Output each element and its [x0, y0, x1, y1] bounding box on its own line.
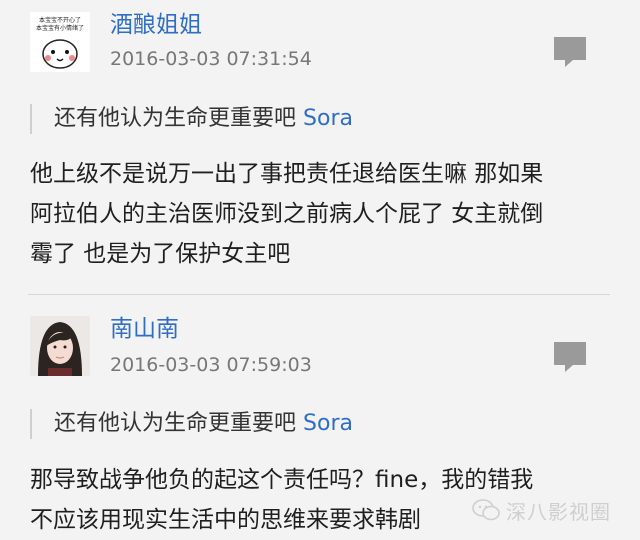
avatar-image [30, 316, 90, 376]
comment-bubble-icon [554, 342, 586, 372]
comment-item: 本宝宝不开心了 本宝宝有小情绪了 酒酿姐姐 2016-03-03 07:31:5… [0, 0, 640, 290]
body-line: 阿拉伯人的主治医师没到之前病人个屁了 女主就倒 [30, 201, 544, 227]
quote-text: 还有他认为生命更重要吧 [54, 411, 297, 436]
body-line: 霉了 也是为了保护女主吧 [30, 241, 291, 267]
quote-text: 还有他认为生命更重要吧 [54, 106, 297, 131]
quote-author[interactable]: Sora [303, 106, 353, 131]
reply-button[interactable] [550, 337, 590, 377]
watermark-text: 深八影视圈 [506, 499, 611, 524]
quoted-comment: 还有他认为生命更重要吧 Sora [30, 409, 353, 439]
reply-button[interactable] [550, 32, 590, 72]
avatar-caption-1: 本宝宝不开心了 [39, 16, 81, 24]
comment-bubble-icon [554, 37, 586, 67]
avatar[interactable] [30, 316, 90, 376]
watermark: 深八影视圈 [472, 492, 611, 528]
comment-body: 他上级不是说万一出了事把责任退给医生嘛 那如果 阿拉伯人的主治医师没到之前病人个… [30, 154, 630, 274]
body-line: 他上级不是说万一出了事把责任退给医生嘛 那如果 [30, 161, 544, 187]
avatar-image: 本宝宝不开心了 本宝宝有小情绪了 [30, 12, 90, 72]
comment-timestamp: 2016-03-03 07:59:03 [110, 354, 312, 376]
comment-timestamp: 2016-03-03 07:31:54 [110, 48, 312, 70]
comment-author[interactable]: 酒酿姐姐 [110, 10, 202, 40]
avatar[interactable]: 本宝宝不开心了 本宝宝有小情绪了 [30, 12, 90, 72]
quote-author[interactable]: Sora [303, 411, 353, 436]
avatar-caption-2: 本宝宝有小情绪了 [36, 24, 84, 32]
wechat-icon [472, 499, 500, 521]
comment-author[interactable]: 南山南 [110, 314, 179, 344]
quoted-comment: 还有他认为生命更重要吧 Sora [30, 104, 353, 134]
